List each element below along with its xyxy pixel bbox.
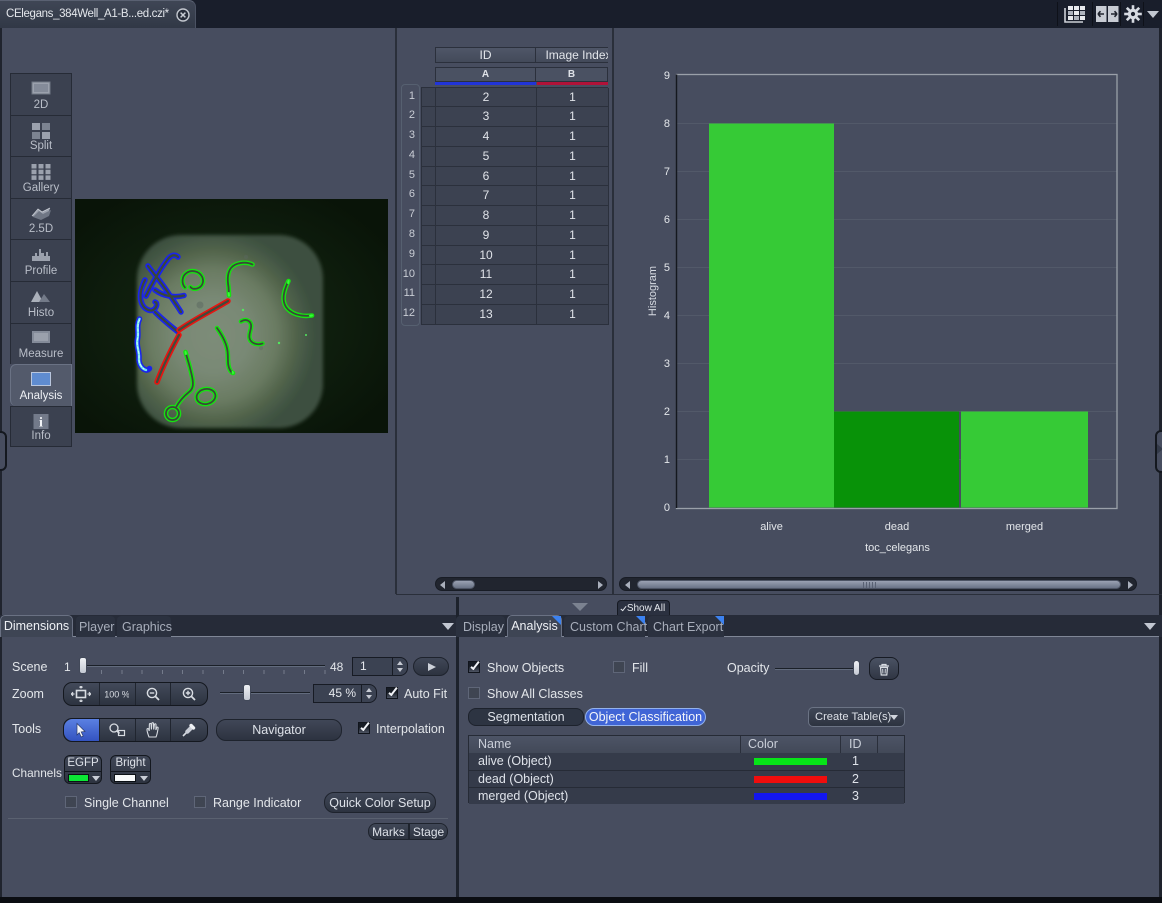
svg-text:merged: merged	[1006, 521, 1043, 533]
svg-text:0: 0	[664, 502, 670, 514]
svg-text:4: 4	[664, 310, 670, 322]
svg-text:1: 1	[664, 454, 670, 466]
svg-text:3: 3	[664, 358, 670, 370]
svg-text:7: 7	[664, 166, 670, 178]
svg-text:6: 6	[664, 214, 670, 226]
svg-text:toc_celegans: toc_celegans	[865, 542, 930, 554]
svg-text:Histogram: Histogram	[647, 266, 659, 316]
svg-text:alive: alive	[760, 521, 783, 533]
svg-text:8: 8	[664, 118, 670, 130]
svg-text:dead: dead	[885, 521, 909, 533]
svg-text:2: 2	[664, 406, 670, 418]
svg-text:5: 5	[664, 262, 670, 274]
svg-text:9: 9	[664, 70, 670, 82]
svg-text:100 %: 100 %	[105, 690, 129, 700]
svg-text:i: i	[39, 415, 43, 429]
